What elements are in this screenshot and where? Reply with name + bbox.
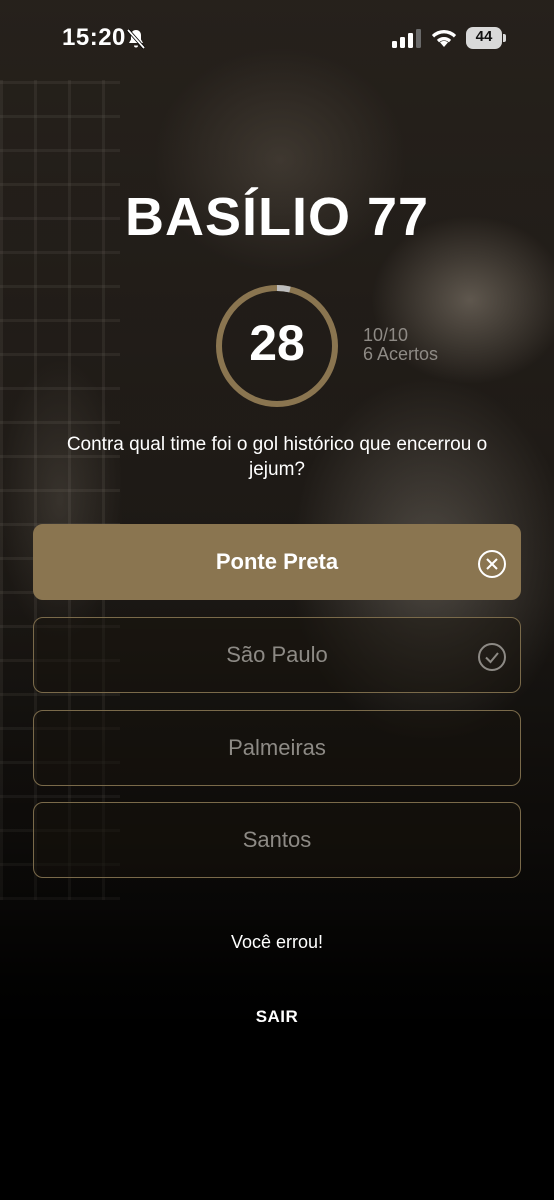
answer-option-santos[interactable]: Santos <box>33 802 521 878</box>
timer-ring: 28 <box>215 284 339 408</box>
feedback-message: Você errou! <box>230 932 324 952</box>
answer-label: São Paulo <box>226 642 328 667</box>
timer-value: 28 <box>249 315 305 371</box>
question-counter: 10/10 <box>363 325 409 345</box>
answer-label: Palmeiras <box>228 735 326 760</box>
answer-option-ponte-preta[interactable]: Ponte Preta <box>33 524 521 600</box>
x-circle-icon <box>478 550 506 578</box>
battery-level: 44 <box>475 28 493 45</box>
question-text: Contra qual time foi o gol histórico que… <box>66 434 488 480</box>
status-time: 15:20 <box>62 24 126 51</box>
quiz-progress: 10/10 6 Acertos <box>363 326 438 364</box>
answer-option-sao-paulo[interactable]: São Paulo <box>33 617 521 693</box>
bell-slash-icon <box>126 28 146 50</box>
answer-option-palmeiras[interactable]: Palmeiras <box>33 710 521 786</box>
battery-icon: 44 <box>466 27 506 49</box>
answer-label: Santos <box>242 827 312 852</box>
status-bar: 15:20 44 <box>0 0 554 80</box>
check-circle-icon <box>478 643 506 671</box>
answer-label: Ponte Preta <box>215 549 339 574</box>
signal-icon <box>392 29 421 48</box>
quiz-title: BASÍLIO 77 <box>124 187 430 247</box>
score-counter: 6 Acertos <box>363 344 439 364</box>
exit-button[interactable]: SAIR <box>227 1002 327 1032</box>
wifi-icon <box>431 29 457 47</box>
